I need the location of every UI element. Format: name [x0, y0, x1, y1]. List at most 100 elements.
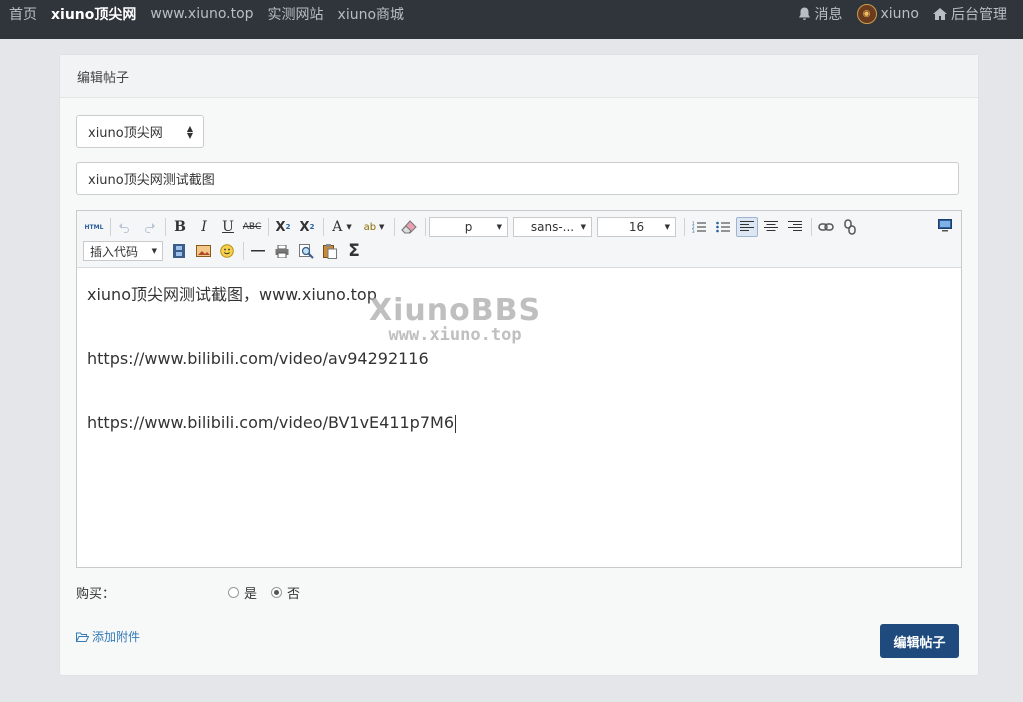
align-center-button[interactable] — [760, 217, 782, 237]
font-family-combo-value: sans-... — [530, 220, 575, 234]
buy-option-row: 购买： 是 否 — [76, 583, 300, 602]
horizontal-rule-button[interactable] — [247, 241, 269, 261]
nav-left-links: 首页 xiuno顶尖网 www.xiuno.top 实测网站 xiuno商城 — [9, 0, 418, 28]
forum-select[interactable]: xiuno顶尖网 ▲ ▼ — [76, 115, 204, 148]
content-line-1: xiuno顶尖网测试截图，www.xiuno.top — [87, 285, 377, 304]
film-icon — [173, 244, 185, 258]
eraser-icon — [401, 220, 417, 234]
insert-code-combo-value: 插入代码 — [90, 244, 139, 259]
nav-admin-link[interactable]: 后台管理 — [933, 4, 1007, 24]
home-icon — [933, 8, 947, 20]
nav-user-link[interactable]: ◉ xiuno — [856, 4, 920, 24]
clear-format-button[interactable] — [398, 217, 420, 237]
horizontal-rule-icon — [251, 250, 265, 252]
post-title-input[interactable] — [76, 162, 959, 195]
unordered-list-icon — [716, 221, 730, 233]
buy-yes-radio[interactable] — [228, 587, 239, 598]
superscript-button[interactable]: X2 — [272, 217, 294, 237]
toolbar-separator — [165, 218, 166, 236]
content-line-2: https://www.bilibili.com/video/av9429211… — [87, 349, 429, 368]
html-source-button[interactable]: HTML — [83, 217, 105, 237]
insert-image-button[interactable] — [192, 241, 214, 261]
chevron-down-icon: ▼ — [496, 223, 502, 231]
page-title: 编辑帖子 — [77, 70, 130, 86]
unordered-list-button[interactable] — [712, 217, 734, 237]
link-icon — [818, 223, 834, 231]
align-right-button[interactable] — [784, 217, 806, 237]
paste-button[interactable] — [319, 241, 341, 261]
preview-button[interactable] — [295, 241, 317, 261]
insert-code-combo[interactable]: 插入代码 ▼ — [83, 241, 163, 261]
align-center-icon — [764, 221, 778, 231]
redo-icon — [145, 223, 155, 233]
font-size-combo[interactable]: 16 ▼ — [597, 217, 676, 237]
fullscreen-button[interactable] — [938, 217, 952, 236]
card-header: 编辑帖子 — [60, 55, 978, 98]
monitor-icon — [938, 219, 952, 232]
unlink-icon — [844, 219, 856, 235]
align-left-button[interactable] — [736, 217, 758, 237]
paragraph-combo[interactable]: p ▼ — [429, 217, 508, 237]
print-button[interactable] — [271, 241, 293, 261]
buy-no-label[interactable]: 否 — [287, 583, 300, 602]
sort-arrows-icon: ▲ ▼ — [186, 124, 193, 140]
nav-link-test-site[interactable]: 实测网站 — [268, 4, 324, 24]
content-line-3: https://www.bilibili.com/video/BV1vE411p… — [87, 413, 951, 433]
toolbar-separator — [425, 218, 426, 236]
magnifier-icon — [298, 243, 314, 259]
nav-link-xiuno-top[interactable]: xiuno顶尖网 — [51, 4, 136, 24]
nav-link-home[interactable]: 首页 — [9, 4, 37, 24]
undo-icon — [119, 223, 129, 233]
toolbar-separator — [323, 218, 324, 236]
editor-toolbar: HTML B I U ABC X2 X2 A ▼ ab ▼ p ▼ sans-.… — [77, 211, 961, 268]
submit-edit-post-button[interactable]: 编辑帖子 — [880, 624, 959, 658]
avatar: ◉ — [856, 4, 877, 24]
image-icon — [195, 245, 211, 257]
paragraph-combo-value: p — [464, 220, 473, 234]
insert-emoticon-button[interactable] — [216, 241, 238, 261]
username-label: xiuno — [880, 6, 920, 22]
toolbar-separator — [394, 218, 395, 236]
highlight-color-button[interactable]: ab ▼ — [359, 217, 389, 237]
nav-link-xiuno-shop[interactable]: xiuno商城 — [338, 4, 405, 24]
strikethrough-button[interactable]: ABC — [241, 217, 263, 237]
italic-button[interactable]: I — [193, 217, 215, 237]
buy-no-radio[interactable] — [271, 587, 283, 598]
printer-icon — [275, 244, 289, 258]
chevron-down-icon: ▼ — [580, 223, 586, 231]
toolbar-separator — [110, 218, 111, 236]
font-family-combo[interactable]: sans-... ▼ — [513, 217, 592, 237]
redo-button[interactable] — [138, 217, 160, 237]
font-color-button[interactable]: A ▼ — [327, 217, 357, 237]
add-attachment-link[interactable]: 添加附件 — [76, 628, 140, 645]
ordered-list-button[interactable]: 123 — [688, 217, 710, 237]
nav-link-www-xiuno-top[interactable]: www.xiuno.top — [150, 6, 253, 22]
align-left-icon — [740, 221, 754, 231]
bold-button[interactable]: B — [169, 217, 191, 237]
smiley-icon — [220, 244, 234, 258]
edit-post-card: 编辑帖子 xiuno顶尖网 ▲▼ HTML B I U ABC — [59, 54, 979, 676]
content-line-3-text: https://www.bilibili.com/video/BV1vE411p… — [87, 413, 454, 432]
subscript-button[interactable]: X2 — [296, 217, 318, 237]
messages-label: 消息 — [814, 7, 843, 23]
editor-content[interactable]: xiuno顶尖网测试截图，www.xiuno.top https://www.b… — [87, 285, 951, 433]
unlink-button[interactable] — [839, 217, 861, 237]
insert-formula-button[interactable]: Σ — [343, 241, 365, 261]
align-right-icon — [788, 221, 802, 231]
bell-icon — [798, 7, 810, 20]
top-navbar: 首页 xiuno顶尖网 www.xiuno.top 实测网站 xiuno商城 消… — [0, 0, 1023, 39]
undo-button[interactable] — [114, 217, 136, 237]
toolbar-separator — [268, 218, 269, 236]
forum-select-value: xiuno顶尖网 — [88, 126, 163, 141]
add-attachment-label: 添加附件 — [92, 630, 141, 644]
insert-video-button[interactable] — [168, 241, 190, 261]
admin-label: 后台管理 — [951, 7, 1007, 23]
nav-messages-link[interactable]: 消息 — [798, 4, 843, 24]
toolbar-row-2: 插入代码 ▼ Σ — [83, 239, 367, 263]
clipboard-icon — [323, 243, 337, 259]
toolbar-separator — [684, 218, 685, 236]
insert-link-button[interactable] — [815, 217, 837, 237]
buy-label: 购买： — [76, 587, 116, 602]
underline-button[interactable]: U — [217, 217, 239, 237]
buy-yes-label[interactable]: 是 — [244, 583, 257, 602]
